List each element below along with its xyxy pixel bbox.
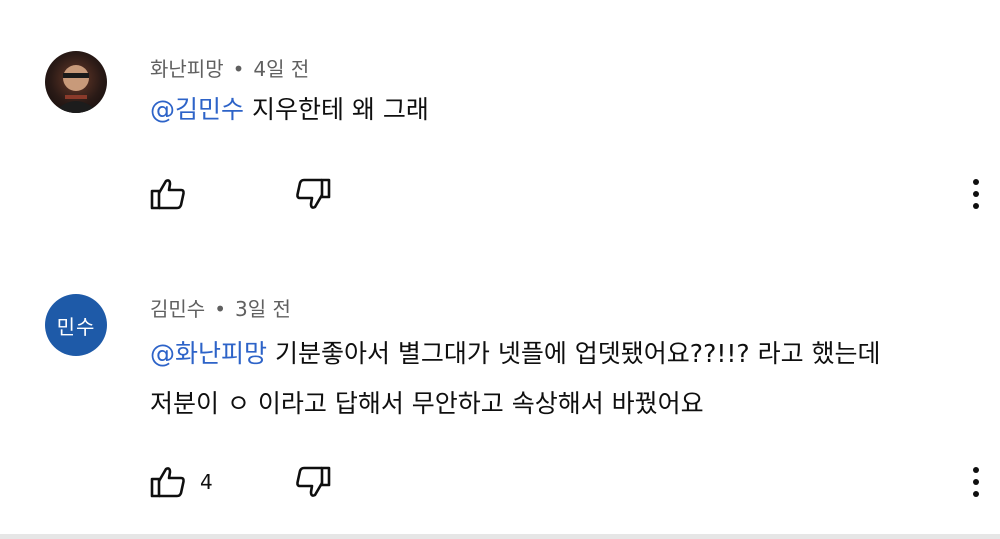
comment-text: @김민수 지우한테 왜 그래 bbox=[150, 88, 429, 132]
dislike-button[interactable] bbox=[293, 174, 333, 214]
comment-actions: 4 bbox=[0, 462, 1000, 502]
meta-separator: • bbox=[214, 297, 226, 321]
more-vertical-icon bbox=[973, 179, 979, 209]
mention-link[interactable]: @김민수 bbox=[150, 95, 244, 124]
thumbs-down-icon bbox=[296, 466, 331, 497]
comment-time[interactable]: 3일 전 bbox=[235, 297, 291, 321]
author-name[interactable]: 김민수 bbox=[150, 297, 205, 321]
mention-link[interactable]: @화난피망 bbox=[150, 339, 267, 368]
comment-actions bbox=[0, 174, 1000, 214]
like-count: 4 bbox=[200, 470, 213, 494]
like-button[interactable] bbox=[148, 174, 188, 214]
thumbs-down-icon bbox=[296, 178, 331, 209]
comment-meta: 화난피망 • 4일 전 bbox=[150, 53, 309, 82]
avatar-photo-icon bbox=[53, 65, 99, 113]
comment-text-line-1-container: @화난피망 기분좋아서 별그대가 넷플에 업뎃됐어요??!!? 라고 했는데 bbox=[150, 332, 881, 376]
comment-time[interactable]: 4일 전 bbox=[253, 57, 309, 81]
bottom-divider bbox=[0, 534, 1000, 539]
avatar[interactable]: 민수 bbox=[45, 294, 107, 356]
comment-text-line-2: 저분이 ㅇ 이라고 답해서 무안하고 속상해서 바꿨어요 bbox=[150, 389, 704, 418]
meta-separator: • bbox=[232, 57, 245, 81]
dislike-button[interactable] bbox=[293, 462, 333, 502]
author-name[interactable]: 화난피망 bbox=[150, 57, 224, 81]
avatar[interactable] bbox=[45, 51, 107, 113]
more-options-button[interactable] bbox=[966, 462, 986, 502]
like-button[interactable] bbox=[148, 462, 188, 502]
comment-text-line-1: 지우한테 왜 그래 bbox=[244, 95, 429, 124]
more-options-button[interactable] bbox=[966, 174, 986, 214]
comment-meta: 김민수 • 3일 전 bbox=[150, 293, 291, 322]
thumbs-up-icon bbox=[150, 179, 185, 210]
thumbs-up-icon bbox=[150, 467, 185, 498]
comment-text-line-1: 기분좋아서 별그대가 넷플에 업뎃됐어요??!!? 라고 했는데 bbox=[267, 339, 881, 368]
more-vertical-icon bbox=[973, 467, 979, 497]
